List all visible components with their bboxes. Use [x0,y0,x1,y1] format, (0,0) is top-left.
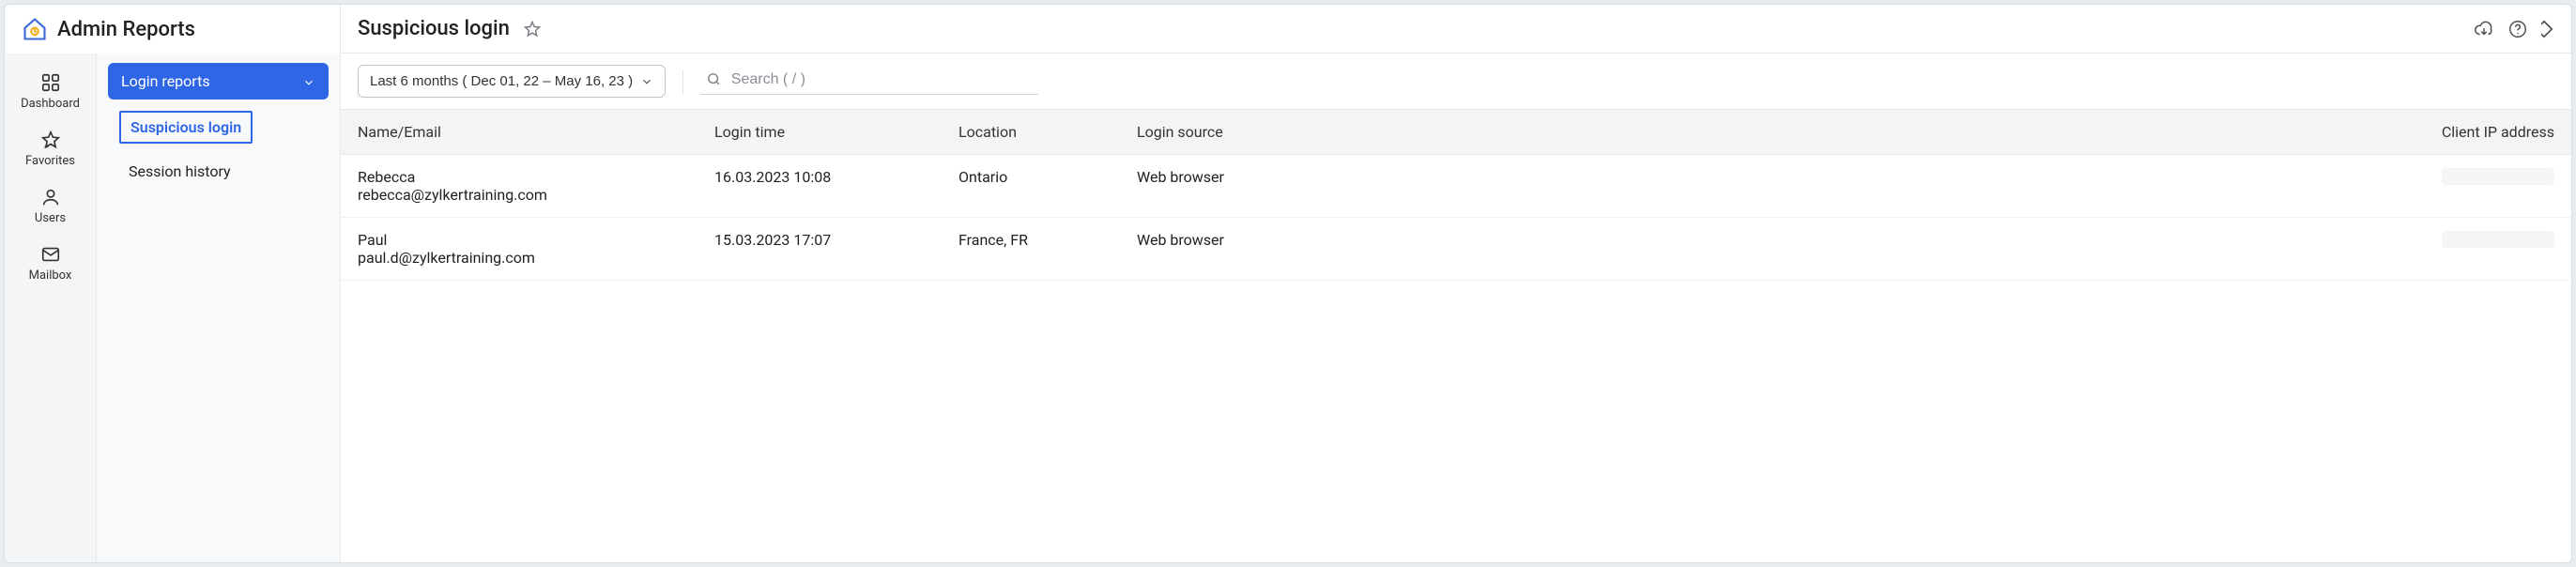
row-client-ip-mask [2442,231,2554,248]
download-cloud-icon[interactable] [2474,19,2494,39]
date-range-label: Last 6 months ( Dec 01, 22 – May 16, 23 … [370,73,633,89]
search-input[interactable] [731,71,1033,88]
rail-item-mailbox[interactable]: Mailbox [5,235,96,292]
subnav-item-session-history[interactable]: Session history [119,157,329,186]
row-login-time: 15.03.2023 17:07 [698,218,942,281]
date-range-button[interactable]: Last 6 months ( Dec 01, 22 – May 16, 23 … [358,65,666,98]
subnav-item-suspicious-login[interactable]: Suspicious login [119,111,253,144]
help-icon[interactable] [2507,19,2528,39]
row-email: rebecca@zylkertraining.com [358,186,681,204]
row-location: Ontario [942,155,1120,218]
left-rail: Dashboard Favorites Users [5,54,97,562]
search-icon [706,71,722,88]
col-client-ip: Client IP address [1308,109,2571,155]
login-table: Name/Email Login time Location Login sou… [341,109,2571,281]
rail-item-users[interactable]: Users [5,177,96,235]
row-login-source: Web browser [1120,155,1308,218]
search-field-wrap [700,68,1038,95]
row-location: France, FR [942,218,1120,281]
dashboard-icon [40,72,61,93]
rail-item-label: Users [35,211,66,225]
row-login-time: 16.03.2023 10:08 [698,155,942,218]
row-client-ip-mask [2442,168,2554,185]
chevron-down-icon [640,75,653,88]
page-title: Suspicious login [358,17,510,40]
chevron-down-icon [302,75,315,88]
row-name: Paul [358,231,681,249]
row-name: Rebecca [358,168,681,186]
rail-item-label: Favorites [25,154,75,168]
subnav-group-login-reports[interactable]: Login reports [108,63,329,100]
mail-icon [40,244,61,265]
rail-item-favorites[interactable]: Favorites [5,120,96,177]
main-content: Last 6 months ( Dec 01, 22 – May 16, 23 … [341,54,2571,562]
favorite-star-icon[interactable] [523,20,542,38]
subnav: Login reports Suspicious login Session h… [97,54,341,562]
rail-item-label: Mailbox [29,268,72,283]
col-name: Name/Email [341,109,698,155]
brand-title: Admin Reports [57,18,195,41]
brand-area: Admin Reports [5,5,341,54]
divider [682,69,683,94]
row-email: paul.d@zylkertraining.com [358,249,681,267]
row-login-source: Web browser [1120,218,1308,281]
col-login-source: Login source [1120,109,1308,155]
user-icon [40,187,61,207]
brand-logo-icon [22,16,48,42]
col-login-time: Login time [698,109,942,155]
favorites-icon [40,130,61,150]
rail-item-dashboard[interactable]: Dashboard [5,63,96,120]
expand-icon[interactable] [2541,19,2554,39]
rail-item-label: Dashboard [21,97,80,111]
subnav-group-label: Login reports [121,72,210,90]
col-location: Location [942,109,1120,155]
